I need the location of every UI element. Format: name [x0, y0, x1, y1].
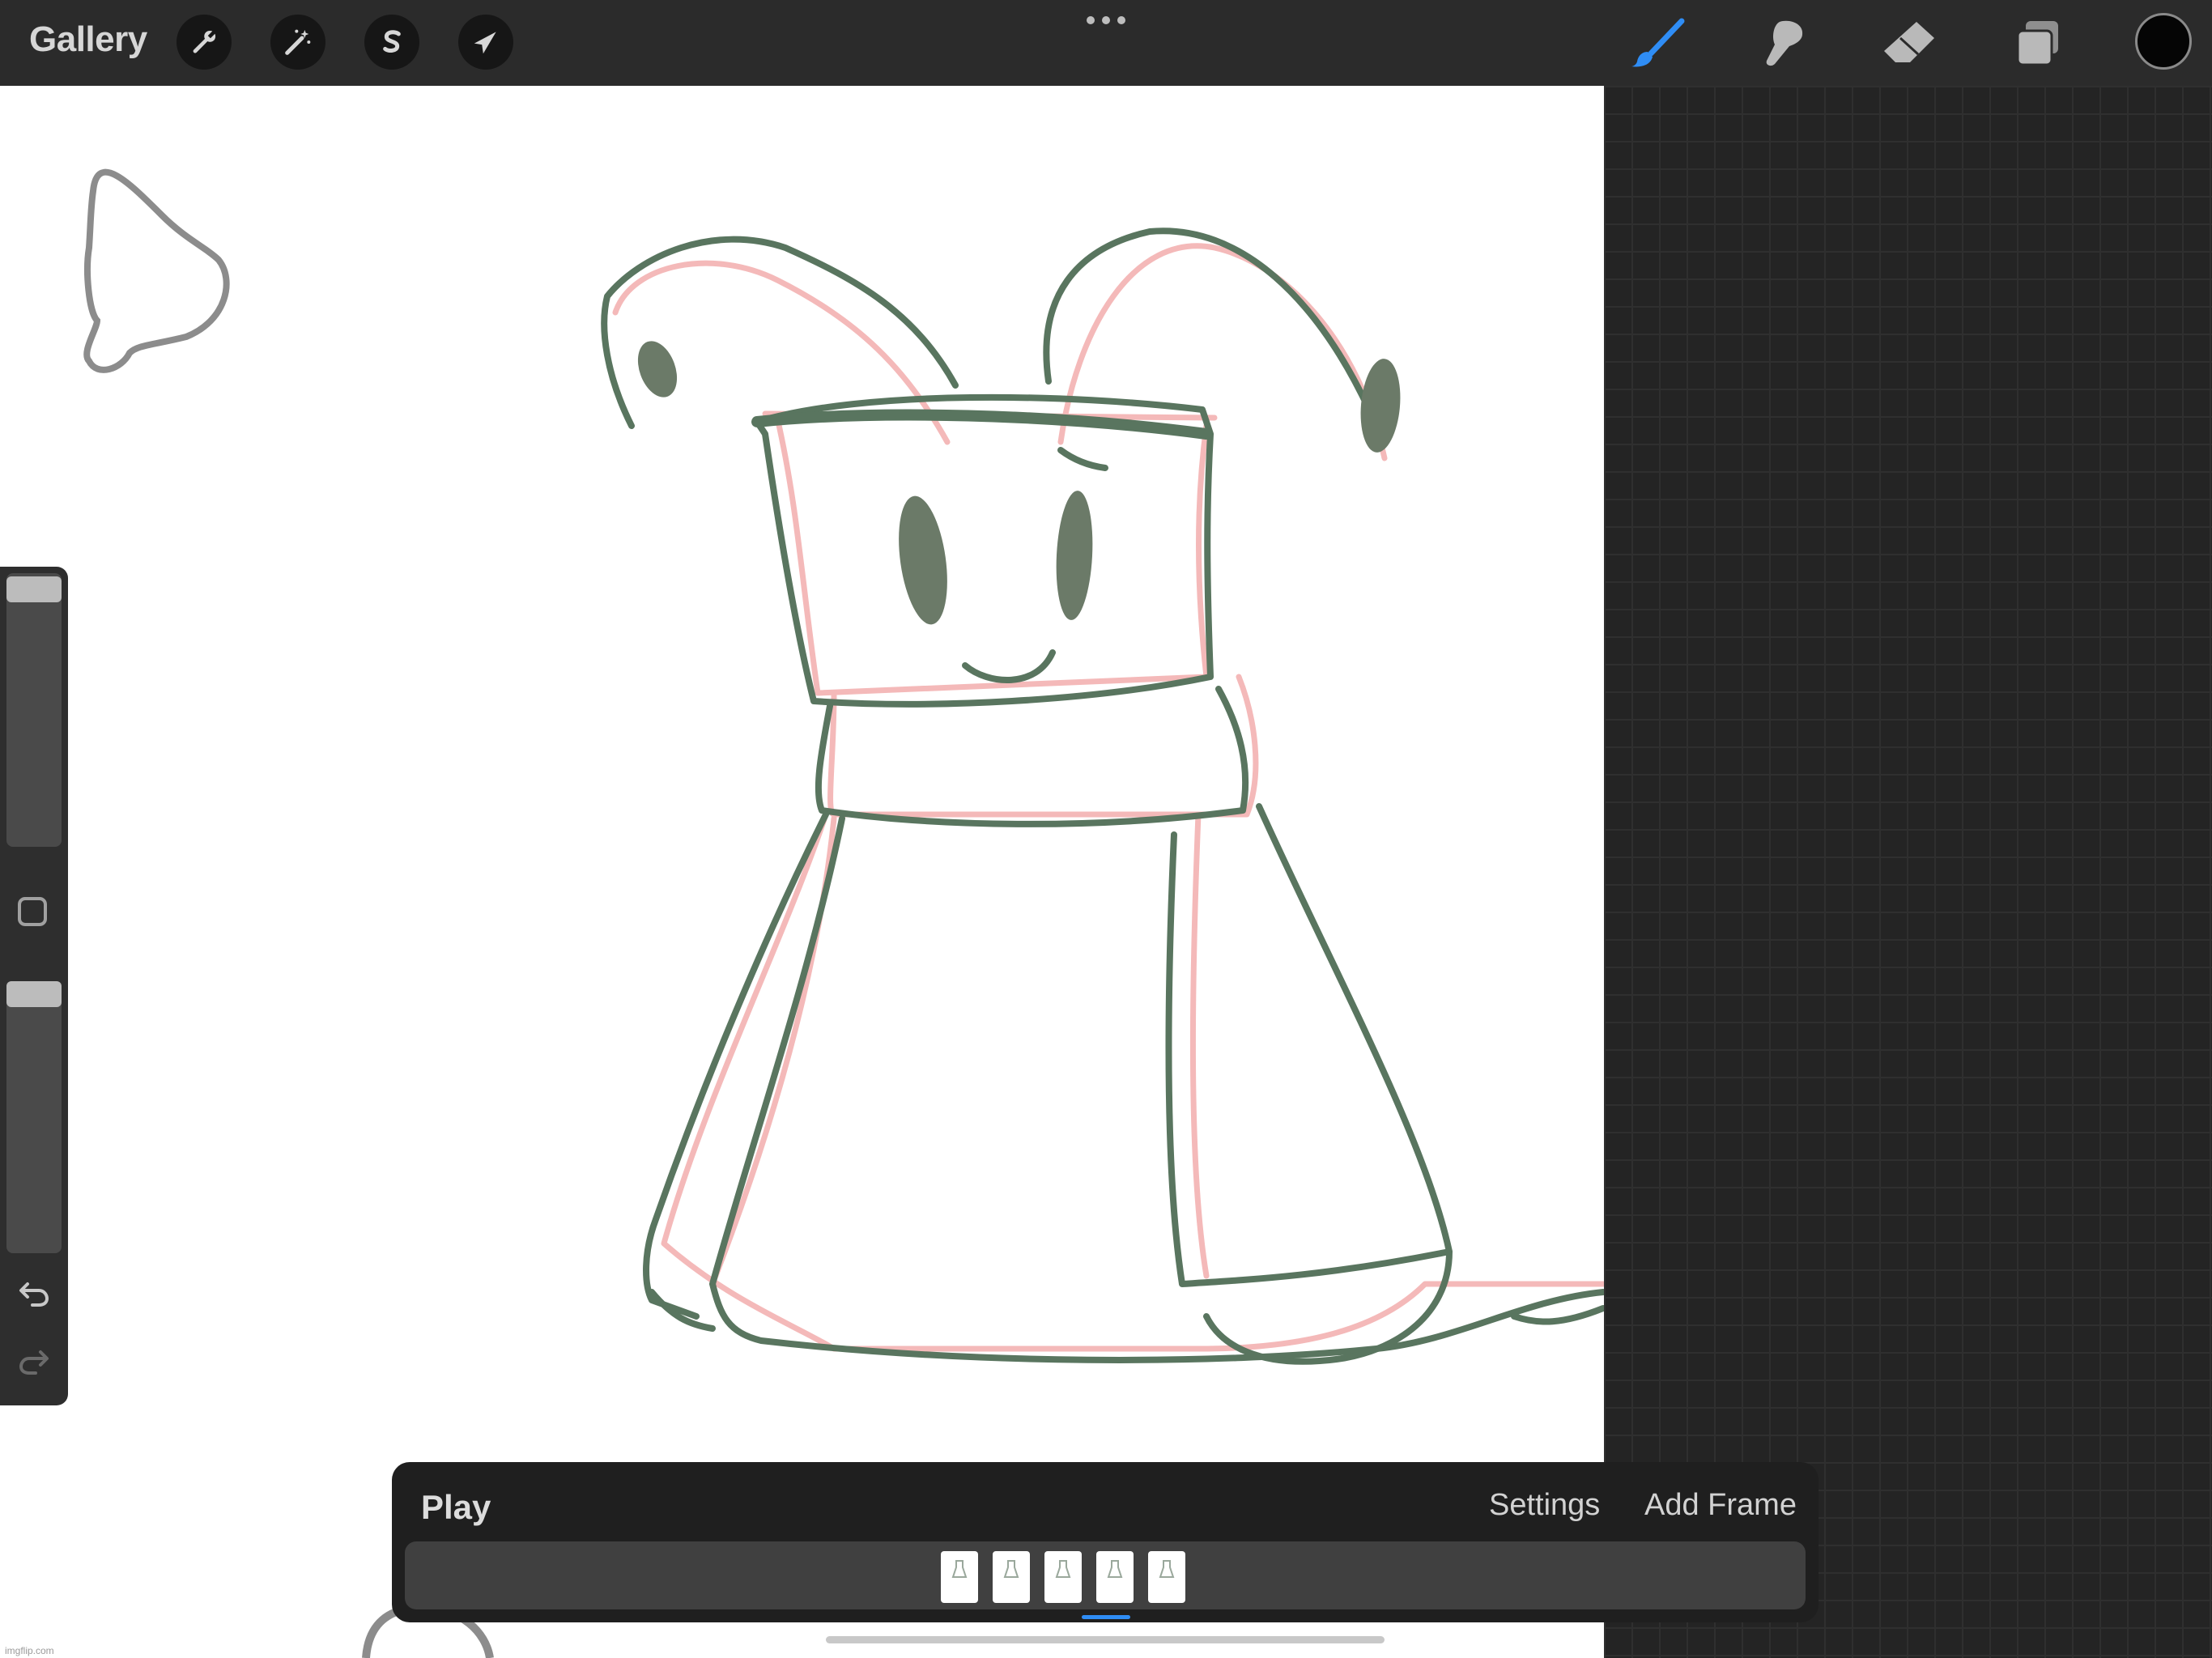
main-drawing-layer: [601, 227, 1604, 1365]
color-picker-button[interactable]: [2135, 13, 2192, 70]
brush-tool-button[interactable]: [1626, 11, 1691, 74]
wrench-icon: [193, 30, 216, 53]
modify-button[interactable]: [18, 897, 47, 926]
frame-thumb-drawing: [1055, 1560, 1071, 1578]
arrow-cursor-icon: [474, 32, 496, 54]
frame-thumb-drawing: [1107, 1560, 1123, 1578]
frame-thumbnail-2[interactable]: [993, 1551, 1030, 1603]
collar: [815, 686, 1249, 827]
canvas-drawing: [83, 168, 1604, 1658]
frame-thumbnail-1[interactable]: [941, 1551, 978, 1603]
selection-button[interactable]: [364, 15, 419, 70]
gallery-button[interactable]: Gallery: [29, 19, 147, 60]
workspace-grid-area: [1604, 86, 2212, 1658]
grey-sketch-shape: [83, 168, 230, 373]
frame-thumbnail-5[interactable]: [1148, 1551, 1185, 1603]
left-sidebar: [0, 567, 68, 1405]
filled-shapes: [637, 341, 1401, 625]
transform-button[interactable]: [458, 15, 513, 70]
eyebrow: [1057, 447, 1108, 471]
layers-icon: [2016, 21, 2058, 66]
more-options-dots[interactable]: [1087, 16, 1125, 26]
frame-thumbnails: [941, 1551, 1185, 1603]
frame-thumb-drawing: [951, 1560, 968, 1578]
smudge-tool-button[interactable]: [1750, 11, 1815, 74]
left-eye: [899, 495, 947, 625]
add-frame-button[interactable]: Add Frame: [1644, 1488, 1797, 1523]
onion-skin-layer: [612, 243, 1604, 1352]
actions-button[interactable]: [177, 15, 232, 70]
animation-settings-button[interactable]: Settings: [1489, 1488, 1600, 1523]
smile: [962, 649, 1056, 684]
opacity-slider-thumb[interactable]: [6, 981, 62, 1007]
selected-frame-indicator: [1082, 1615, 1130, 1619]
smudge-icon: [1766, 20, 1803, 66]
body-front-edge: [709, 815, 1604, 1363]
undo-button[interactable]: [16, 1278, 52, 1310]
frame-thumbnail-3[interactable]: [1044, 1551, 1082, 1603]
eraser-icon: [1884, 22, 1934, 62]
watermark: imgflip.com: [5, 1645, 54, 1656]
magic-wand-icon: [285, 29, 311, 55]
right-antenna-ball: [1360, 359, 1401, 453]
left-antenna-ball: [637, 341, 678, 397]
opacity-slider[interactable]: [6, 981, 62, 1253]
frame-thumb-drawing: [1159, 1560, 1175, 1578]
brush-size-slider[interactable]: [6, 573, 62, 847]
play-button[interactable]: Play: [421, 1488, 491, 1527]
frame-thumbnail-4[interactable]: [1096, 1551, 1134, 1603]
frame-thumb-drawing: [1003, 1560, 1019, 1578]
adjustments-button[interactable]: [270, 15, 325, 70]
brush-size-slider-thumb[interactable]: [6, 576, 62, 602]
head-outline: [754, 393, 1214, 708]
undo-arrow-icon: [19, 1282, 49, 1307]
eraser-tool-button[interactable]: [1877, 11, 1942, 74]
body-inner-fold: [1165, 831, 1453, 1287]
redo-arrow-icon: [19, 1350, 49, 1375]
redo-button[interactable]: [16, 1346, 52, 1378]
right-eye: [1056, 491, 1093, 620]
home-indicator-bar[interactable]: [826, 1636, 1385, 1643]
layers-button[interactable]: [2006, 11, 2070, 74]
brush-icon: [1631, 18, 1685, 67]
animation-assist-panel: Play Settings Add Frame: [392, 1462, 1819, 1622]
drawing-canvas[interactable]: [0, 86, 1604, 1658]
top-toolbar: Gallery: [0, 0, 2212, 86]
frame-timeline[interactable]: [405, 1541, 1806, 1609]
selection-s-icon: [383, 30, 401, 53]
